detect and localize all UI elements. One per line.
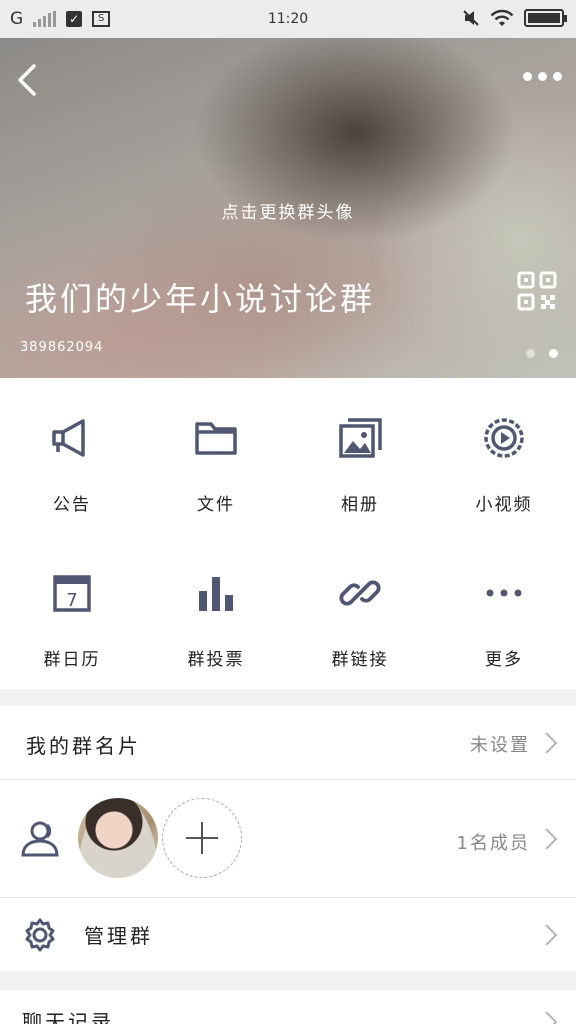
members-row[interactable]: 1名成员 [0,780,576,898]
grid-label: 群链接 [331,650,389,670]
member-avatar[interactable] [78,798,158,878]
group-header[interactable]: 点击更换群头像 我们的少年小说讨论群 389862094 [0,38,576,378]
chevron-right-icon [545,1011,558,1024]
more-dots-icon [523,72,532,81]
page-dot-active [549,349,558,358]
grid-label: 公告 [53,495,91,515]
chevron-right-icon [545,732,558,754]
grid-item-vote[interactable]: 群投票 [144,533,288,688]
link-icon [339,580,381,606]
video-play-icon [484,418,524,458]
gear-icon [25,918,55,952]
chevron-right-icon [545,924,558,946]
album-icon [339,418,382,458]
battery-icon [524,9,567,27]
my-group-card-value: 未设置 [470,735,530,756]
grid-label: 更多 [485,650,523,670]
page-dot [526,349,535,358]
grid-item-album[interactable]: 相册 [288,378,432,533]
calendar-day: 7 [66,590,77,611]
grid-label: 群日历 [43,650,101,670]
grid-item-files[interactable]: 文件 [144,378,288,533]
my-group-card-row[interactable]: 我的群名片 未设置 [0,706,576,780]
manage-group-label: 管理群 [84,924,153,948]
wifi-icon [490,9,514,26]
status-bar: G ✓ S 11:20 [0,0,576,38]
grid-label: 群投票 [187,650,245,670]
group-id: 389862094 [20,340,104,355]
grid-item-calendar[interactable]: 7 群日历 [0,533,144,688]
grid-label: 相册 [341,495,379,515]
folder-icon [195,422,237,455]
grid-label: 文件 [197,495,235,515]
grid-item-link[interactable]: 群链接 [288,533,432,688]
megaphone-icon [52,419,85,457]
page-indicator [526,349,558,358]
chat-history-row[interactable]: 聊天记录 [0,990,576,1024]
more-dots-icon [486,589,522,597]
change-avatar-hint[interactable]: 点击更换群头像 [0,198,576,223]
plus-icon [185,821,218,854]
group-name: 我们的少年小说讨论群 [25,280,376,318]
calendar-icon: 7 [53,575,91,612]
grid-item-short-video[interactable]: 小视频 [432,378,576,533]
member-count: 1名成员 [456,833,530,854]
qr-code-icon[interactable] [517,271,557,311]
mute-icon [463,10,479,26]
chat-history-label: 聊天记录 [22,1010,114,1024]
chevron-right-icon [545,828,558,850]
bar-chart-icon [199,577,233,611]
grid-item-more[interactable]: 更多 [432,533,576,688]
manage-group-row[interactable]: 管理群 [0,898,576,971]
grid-item-announcement[interactable]: 公告 [0,378,144,533]
grid-label: 小视频 [475,495,533,515]
add-member-button[interactable] [162,798,242,878]
my-group-card-label: 我的群名片 [26,734,141,758]
feature-grid: 公告 文件 相册 小视频 7 群日历 群投票 群链接 更多 [0,378,576,689]
members-icon [21,821,59,857]
more-button[interactable] [523,72,562,81]
back-button[interactable] [12,60,42,100]
